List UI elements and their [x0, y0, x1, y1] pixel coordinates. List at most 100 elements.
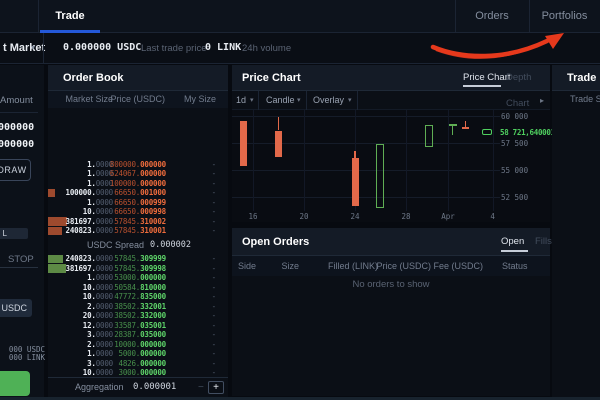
aggregation-increase-button[interactable]: +: [208, 381, 224, 394]
gridline: [232, 116, 500, 117]
tab-portfolios[interactable]: Portfolios: [529, 0, 600, 32]
aggregation-row: Aggregation 0.000001 − +: [48, 377, 228, 397]
bid-row[interactable]: 20.000038502.332000-: [48, 311, 228, 321]
spread-label: USDC Spread: [87, 240, 144, 251]
x-axis-label: 24: [343, 212, 367, 221]
price: 47772.835000: [102, 292, 166, 302]
my-size: -: [176, 273, 216, 283]
chart-plot[interactable]: 60 00057 50055 00052 50016202428Apr458 7…: [232, 110, 550, 222]
bid-row[interactable]: 10.00003000.000000-: [48, 368, 228, 377]
interval-dropdown[interactable]: 1d: [236, 91, 246, 110]
balance-value: 0000000: [0, 139, 30, 150]
my-size: -: [176, 226, 216, 236]
price-chart-title: Price Chart: [242, 65, 301, 91]
candle: [376, 144, 384, 208]
bid-row[interactable]: 2.000010000.000000-: [48, 340, 228, 350]
bid-row[interactable]: 10.000047772.835000-: [48, 292, 228, 302]
order-book-title: Order Book: [63, 65, 124, 91]
my-size: -: [176, 283, 216, 293]
spread-value: 0.000002: [150, 240, 191, 251]
bid-row[interactable]: 10.000050584.810000-: [48, 283, 228, 293]
volume-24h: 0 LINK: [205, 33, 241, 63]
aggregation-decrease-button[interactable]: −: [198, 378, 204, 397]
bid-row[interactable]: 12.000033587.035001-: [48, 321, 228, 331]
my-size: -: [176, 207, 216, 217]
y-axis-label: 52 500: [501, 193, 545, 202]
chevron-right-icon[interactable]: ▸: [540, 91, 544, 110]
tab-price-chart[interactable]: Price Chart: [463, 65, 511, 91]
gridline: [232, 170, 500, 171]
col-my-size: My Size: [176, 91, 216, 108]
my-size: -: [176, 188, 216, 198]
price: 4826.000000: [102, 359, 166, 369]
bid-row[interactable]: 240823.000057845.309999-: [48, 254, 228, 264]
col-price: Price (USDC): [100, 91, 165, 108]
ask-row[interactable]: 100000.000066650.001000-: [48, 188, 228, 198]
bid-row[interactable]: 1.00005000.000000-: [48, 349, 228, 359]
trade-history-title: Trade History: [567, 65, 600, 91]
ask-row[interactable]: 1.0000800000.000000-: [48, 160, 228, 170]
tab-stop[interactable]: STOP: [8, 254, 34, 265]
my-size: -: [176, 368, 216, 377]
my-size: -: [176, 321, 216, 331]
ask-row[interactable]: 1.0000624067.000000-: [48, 169, 228, 179]
balance-link: 000 LINK: [0, 353, 45, 362]
bid-row[interactable]: 3.000028387.035000-: [48, 330, 228, 340]
market-selector[interactable]: t Market: [3, 33, 45, 63]
price: 66650.000999: [102, 198, 166, 208]
bid-row[interactable]: 381697.000057845.309998-: [48, 264, 228, 274]
tab-fills[interactable]: Fills: [535, 228, 552, 256]
price: 3000.000000: [102, 368, 166, 377]
place-order-button[interactable]: [0, 371, 30, 396]
order-book-column-headers: Market Size Price (USDC) My Size: [48, 91, 228, 108]
divider: [357, 91, 358, 110]
trade-history-panel: Trade History Trade Size: [552, 65, 600, 397]
market-bar: t Market ▾ 0.000000 USDC Last trade pric…: [0, 33, 600, 64]
my-size: -: [176, 169, 216, 179]
col-status: Status: [502, 256, 528, 276]
my-size: -: [176, 330, 216, 340]
current-price-marker: [482, 129, 492, 136]
col-price: Price (USDC): [369, 256, 431, 276]
ask-row[interactable]: 381697.000057845.310002-: [48, 217, 228, 227]
price: 57845.310002: [102, 217, 166, 227]
ask-row[interactable]: 1.000066650.000999-: [48, 198, 228, 208]
y-axis-label: 55 000: [501, 166, 545, 175]
open-orders-header: Open Orders Open Fills: [232, 228, 550, 256]
tab-orders[interactable]: Orders: [455, 0, 529, 32]
my-size: -: [176, 302, 216, 312]
side-toggle-button[interactable]: L: [0, 228, 28, 239]
order-book-rows: 1.0000800000.000000-1.0000624067.000000-…: [48, 108, 228, 377]
my-size: -: [176, 160, 216, 170]
candle: [462, 127, 469, 129]
price: 66650.001000: [102, 188, 166, 198]
divider: [43, 33, 44, 63]
bid-row[interactable]: 3.00004826.000000-: [48, 359, 228, 369]
ask-row[interactable]: 240823.000057845.310001-: [48, 226, 228, 236]
col-trade-size: Trade Size: [570, 91, 600, 108]
overlay-dropdown[interactable]: Overlay: [313, 91, 344, 110]
chart-type-dropdown[interactable]: Candle: [266, 91, 295, 110]
candle: [352, 158, 359, 206]
tab-trade[interactable]: Trade: [40, 0, 100, 32]
divider: [0, 267, 38, 268]
my-size: -: [176, 340, 216, 350]
col-side: Side: [238, 256, 256, 276]
ask-row[interactable]: 1.0000100000.000000-: [48, 179, 228, 189]
gridline: [253, 110, 254, 211]
amount-label: Amount: [0, 95, 30, 106]
x-axis-label: 16: [241, 212, 265, 221]
currency-chip[interactable]: USDC: [0, 299, 32, 317]
col-fee: Fee (USDC): [423, 256, 483, 276]
aggregation-value: 0.000001: [133, 378, 176, 397]
price: 38502.332000: [102, 311, 166, 321]
top-navigation: Trade Orders Portfolios: [0, 0, 600, 33]
divider: [38, 0, 39, 32]
bid-row[interactable]: 2.000038502.332001-: [48, 302, 228, 312]
bid-row[interactable]: 1.000053000.000000-: [48, 273, 228, 283]
aggregation-label: Aggregation: [75, 378, 124, 397]
ask-row[interactable]: 10.000066650.000998-: [48, 207, 228, 217]
candle-wick: [354, 151, 356, 158]
withdraw-button[interactable]: HDRAW: [0, 159, 31, 181]
x-axis-label: 28: [394, 212, 418, 221]
